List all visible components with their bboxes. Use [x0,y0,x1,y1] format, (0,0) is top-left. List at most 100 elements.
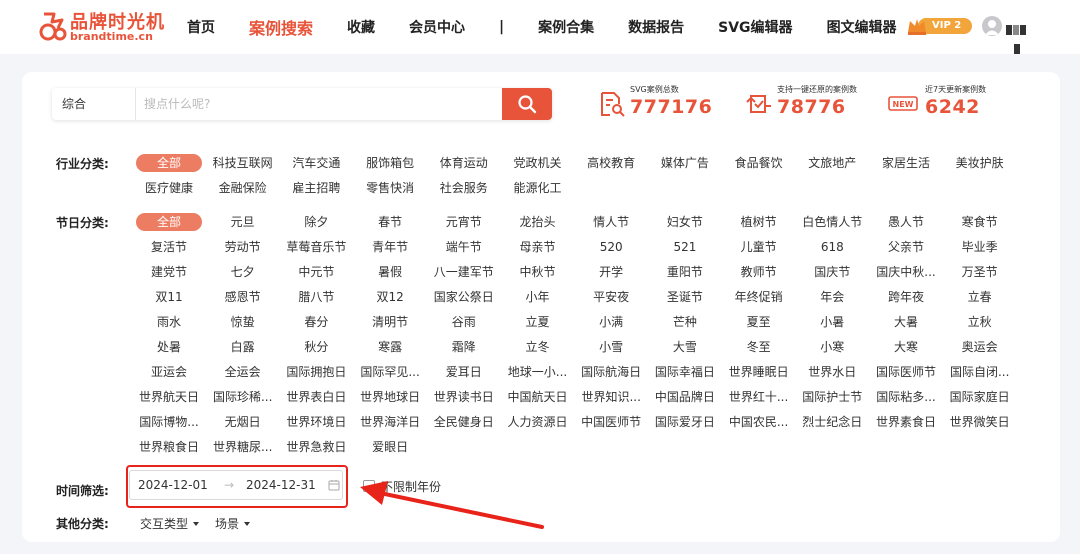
festival-tag[interactable]: 世界素食日 [873,413,939,431]
festival-tag[interactable]: 奥运会 [947,338,1013,356]
festival-tag[interactable]: 毕业季 [947,238,1013,256]
festival-tag[interactable]: 小寒 [799,338,865,356]
festival-tag[interactable]: 跨年夜 [873,288,939,306]
festival-tag[interactable]: 世界海洋日 [357,413,423,431]
festival-tag[interactable]: 冬至 [726,338,792,356]
festival-tag[interactable]: 腊八节 [283,288,349,306]
festival-tag[interactable]: 谷雨 [431,313,497,331]
festival-tag[interactable]: 情人节 [578,213,644,231]
festival-tag[interactable]: 世界表白日 [283,388,349,406]
festival-tag[interactable]: 爱耳日 [431,363,497,381]
festival-tag[interactable]: 芒种 [652,313,718,331]
nav-favorites[interactable]: 收藏 [347,17,375,37]
festival-tag[interactable]: 立夏 [505,313,571,331]
festival-tag[interactable]: 国际护士节 [799,388,865,406]
user-avatar[interactable] [982,16,1002,36]
festival-tag[interactable]: 劳动节 [210,238,276,256]
festival-tag[interactable]: 植树节 [726,213,792,231]
nav-svg-editor[interactable]: SVG编辑器 [718,17,792,37]
festival-tag[interactable]: 国际爱牙日 [652,413,718,431]
festival-tag[interactable]: 国庆节 [799,263,865,281]
festival-tag[interactable]: 世界地球日 [357,388,423,406]
festival-tag[interactable]: 雨水 [136,313,202,331]
industry-tag[interactable]: 雇主招聘 [283,179,349,197]
brand-logo[interactable]: 品牌时光机 brandtime.cn [38,8,164,44]
festival-tag[interactable]: 国际家庭日 [947,388,1013,406]
festival-tag[interactable]: 立秋 [947,313,1013,331]
festival-tag[interactable]: 春节 [357,213,423,231]
festival-tag[interactable]: 草莓音乐节 [283,238,349,256]
festival-tag[interactable]: 中国航天日 [505,388,571,406]
search-button[interactable] [502,88,552,120]
vip-badge[interactable]: VIP 2 [906,16,972,36]
festival-tag[interactable]: 520 [578,238,644,256]
festival-tag[interactable]: 处暑 [136,338,202,356]
festival-tag[interactable]: 世界睡眠日 [726,363,792,381]
festival-tag[interactable]: 元宵节 [431,213,497,231]
festival-tag[interactable]: 国际博物... [136,413,202,431]
industry-tag[interactable]: 金融保险 [210,179,276,197]
industry-tag[interactable]: 医疗健康 [136,179,202,197]
festival-tag[interactable]: 世界知识... [578,388,644,406]
festival-tag[interactable]: 重阳节 [652,263,718,281]
festival-tag[interactable]: 国际航海日 [578,363,644,381]
festival-tag[interactable]: 立春 [947,288,1013,306]
festival-tag[interactable]: 妇女节 [652,213,718,231]
festival-tag[interactable]: 爱眼日 [357,438,423,456]
festival-tag[interactable]: 小年 [505,288,571,306]
festival-tag[interactable]: 端午节 [431,238,497,256]
festival-tag[interactable]: 中国医师节 [578,413,644,431]
search-input[interactable] [144,88,500,120]
festival-tag[interactable]: 世界环境日 [283,413,349,431]
festival-tag[interactable]: 寒露 [357,338,423,356]
nav-home[interactable]: 首页 [187,17,215,37]
festival-tag[interactable]: 大寒 [873,338,939,356]
festival-tag[interactable]: 国际粘多... [873,388,939,406]
industry-tag[interactable]: 媒体广告 [652,154,718,172]
festival-tag[interactable]: 愚人节 [873,213,939,231]
festival-tag[interactable]: 国际拥抱日 [283,363,349,381]
festival-tag[interactable]: 国际珍稀... [210,388,276,406]
industry-tag[interactable]: 科技互联网 [210,154,276,172]
festival-tag[interactable]: 全部 [136,213,202,231]
festival-tag[interactable]: 小暑 [799,313,865,331]
festival-tag[interactable]: 万圣节 [947,263,1013,281]
festival-tag[interactable]: 除夕 [283,213,349,231]
festival-tag[interactable]: 世界红十... [726,388,792,406]
festival-tag[interactable]: 大雪 [652,338,718,356]
festival-tag[interactable]: 全运会 [210,363,276,381]
industry-tag[interactable]: 汽车交通 [283,154,349,172]
festival-tag[interactable]: 霜降 [431,338,497,356]
nav-member-center[interactable]: 会员中心 [409,17,465,37]
festival-tag[interactable]: 龙抬头 [505,213,571,231]
festival-tag[interactable]: 教师节 [726,263,792,281]
festival-tag[interactable]: 烈士纪念日 [799,413,865,431]
festival-tag[interactable]: 世界糖尿... [210,438,276,456]
festival-tag[interactable]: 感恩节 [210,288,276,306]
festival-tag[interactable]: 国家公祭日 [431,288,497,306]
festival-tag[interactable]: 立冬 [505,338,571,356]
festival-tag[interactable]: 清明节 [357,313,423,331]
festival-tag[interactable]: 夏至 [726,313,792,331]
festival-tag[interactable]: 年会 [799,288,865,306]
festival-tag[interactable]: 世界读书日 [431,388,497,406]
festival-tag[interactable]: 中国品牌日 [652,388,718,406]
festival-tag[interactable]: 建党节 [136,263,202,281]
festival-tag[interactable]: 白色情人节 [799,213,865,231]
festival-tag[interactable]: 小满 [578,313,644,331]
industry-tag[interactable]: 美妆护肤 [947,154,1013,172]
festival-tag[interactable]: 元旦 [210,213,276,231]
festival-tag[interactable]: 国际医师节 [873,363,939,381]
festival-tag[interactable]: 小雪 [578,338,644,356]
festival-tag[interactable]: 开学 [578,263,644,281]
interaction-type-dropdown[interactable]: 交互类型 [140,515,200,532]
festival-tag[interactable]: 寒食节 [947,213,1013,231]
industry-tag[interactable]: 全部 [136,154,202,172]
festival-tag[interactable]: 年终促销 [726,288,792,306]
festival-tag[interactable]: 春分 [283,313,349,331]
festival-tag[interactable]: 惊蛰 [210,313,276,331]
industry-tag[interactable]: 零售快消 [357,179,423,197]
festival-tag[interactable]: 国际幸福日 [652,363,718,381]
festival-tag[interactable]: 世界急救日 [283,438,349,456]
festival-tag[interactable]: 青年节 [357,238,423,256]
